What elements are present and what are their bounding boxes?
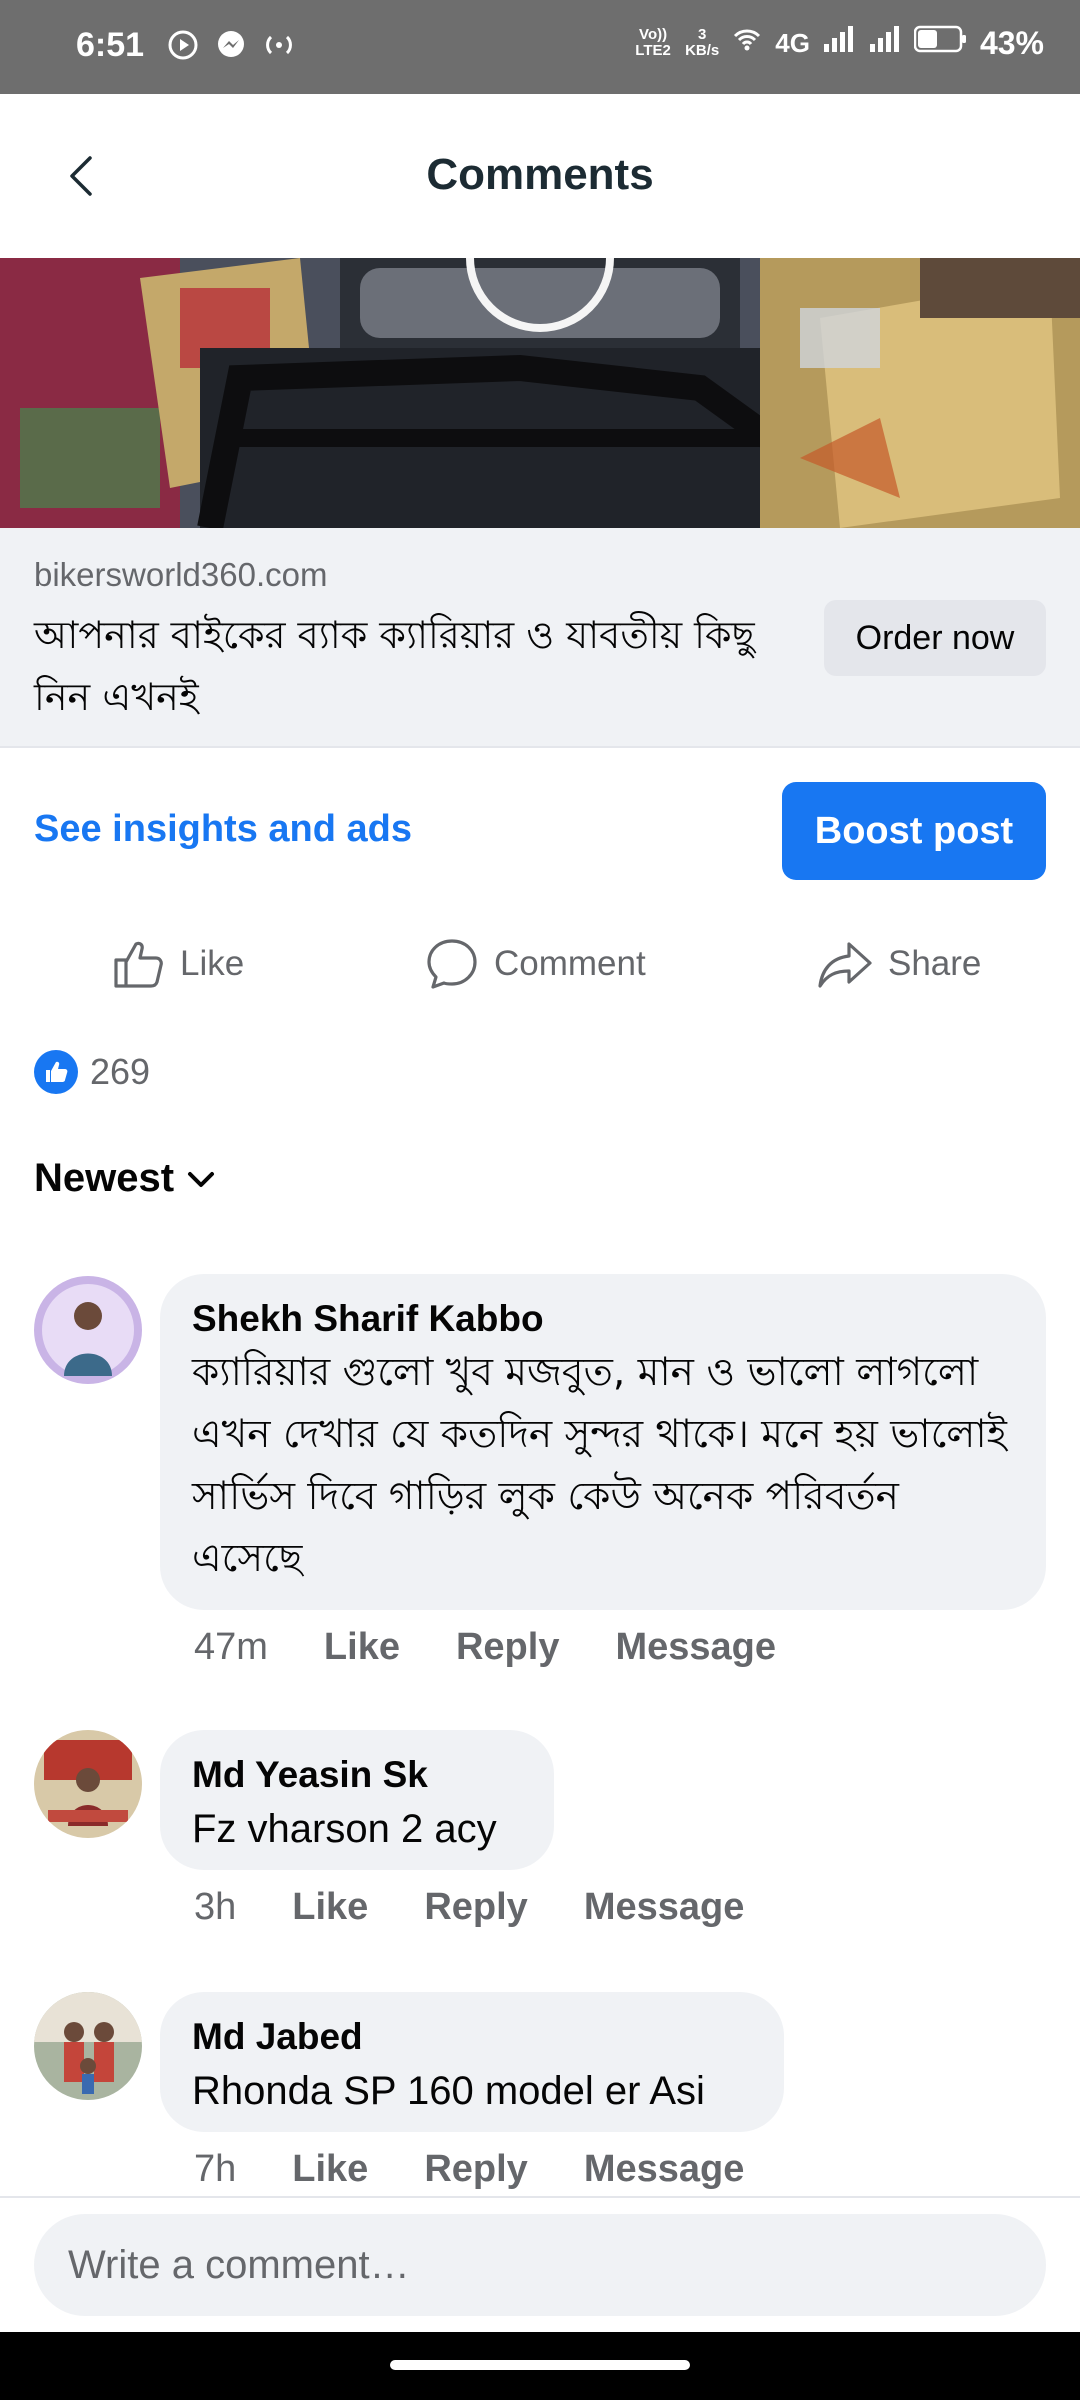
sort-label: Newest: [34, 1156, 175, 1200]
order-now-button[interactable]: Order now: [824, 600, 1046, 676]
link-title: আপনার বাইকের ব্যাক ক্যারিয়ার ও যাবতীয় …: [34, 613, 755, 719]
like-count: 269: [90, 1051, 151, 1092]
comment-actions: 7h Like Reply Message: [194, 2148, 744, 2191]
comment-bubble[interactable]: Md Jabed Rhonda SP 160 model er Asi: [160, 1992, 784, 2132]
comment-text: Fz vharson 2 acy: [192, 1807, 497, 1851]
avatar[interactable]: [34, 1992, 142, 2100]
share-button[interactable]: Share: [816, 936, 981, 992]
hotspot-icon: [262, 28, 296, 62]
comment-button[interactable]: Comment: [424, 936, 646, 992]
play-circle-icon: [166, 28, 200, 62]
cell-signal-icon-2: [868, 24, 902, 62]
data-rate-value: 3: [698, 26, 707, 43]
see-insights-link[interactable]: See insights and ads: [34, 808, 412, 851]
comment-author[interactable]: Md Yeasin Sk: [192, 1752, 522, 1798]
home-indicator[interactable]: [390, 2360, 690, 2370]
comment-like-button[interactable]: Like: [292, 2148, 368, 2191]
comments-header: Comments: [0, 94, 1080, 258]
comment-author[interactable]: Shekh Sharif Kabbo: [192, 1296, 1014, 1342]
messenger-icon: [214, 28, 248, 62]
speech-bubble-icon: [427, 939, 477, 989]
battery-percent: 43%: [979, 24, 1044, 61]
comment-bubble[interactable]: Shekh Sharif Kabbo ক্যারিয়ার গুলো খুব ম…: [160, 1274, 1046, 1610]
comment-reply-button[interactable]: Reply: [424, 2148, 527, 2191]
comment-time: 7h: [194, 2148, 237, 2190]
comment-text: Rhonda SP 160 model er Asi: [192, 2069, 705, 2113]
post-action-bar: Like Comment Share: [0, 920, 1080, 1010]
comment-input[interactable]: [34, 2214, 1046, 2316]
comment-message-button[interactable]: Message: [615, 1626, 776, 1669]
boost-post-button[interactable]: Boost post: [782, 782, 1046, 880]
system-nav-bar: [0, 2332, 1080, 2400]
sort-dropdown[interactable]: Newest: [34, 1156, 218, 1201]
comment-text: ক্যারিয়ার গুলো খুব মজবুত, মান ও ভালো লা…: [192, 1350, 1007, 1581]
comment-label: Comment: [494, 944, 646, 983]
comment-reply-button[interactable]: Reply: [424, 1886, 527, 1929]
status-notification-icons: [166, 28, 296, 62]
like-label: Like: [180, 944, 245, 983]
comment-message-button[interactable]: Message: [584, 1886, 745, 1929]
chevron-down-icon: [188, 1171, 215, 1187]
volte-label: Vo)) LTE2: [635, 26, 671, 59]
comment-actions: 3h Like Reply Message: [194, 1886, 744, 1929]
like-button[interactable]: Like: [110, 936, 244, 992]
reaction-summary[interactable]: 269: [34, 1050, 150, 1094]
share-label: Share: [888, 944, 982, 983]
status-time: 6:51: [76, 26, 145, 64]
data-rate: 3 KB/s: [685, 27, 719, 59]
avatar[interactable]: [34, 1276, 142, 1384]
post-media-image[interactable]: [0, 258, 1080, 528]
comment-like-button[interactable]: Like: [324, 1626, 400, 1669]
comment-message-button[interactable]: Message: [584, 2148, 745, 2191]
comment-bubble[interactable]: Md Yeasin Sk Fz vharson 2 acy: [160, 1730, 554, 1870]
comment-like-button[interactable]: Like: [292, 1886, 368, 1929]
share-arrow-icon: [818, 942, 872, 988]
link-domain: bikersworld360.com: [34, 556, 328, 593]
page-title: Comments: [426, 150, 654, 199]
comment-composer: [0, 2196, 1080, 2332]
like-reaction-icon: [34, 1050, 78, 1094]
comment-time: 47m: [194, 1626, 268, 1668]
comment-author[interactable]: Md Jabed: [192, 2014, 752, 2060]
link-preview[interactable]: bikersworld360.com আপনার বাইকের ব্যাক ক্…: [0, 528, 1080, 748]
comment-actions: 47m Like Reply Message: [194, 1626, 776, 1669]
status-bar: 6:51 Vo)) LTE2 3 KB/s 4G 43%: [0, 0, 1080, 94]
post-photo: [0, 258, 1080, 528]
data-rate-unit: KB/s: [685, 42, 720, 59]
comment-time: 3h: [194, 1886, 237, 1928]
status-system-icons: Vo)) LTE2 3 KB/s 4G 43%: [633, 24, 1044, 62]
network-type: 4G: [775, 27, 810, 58]
thumbs-up-icon: [114, 941, 163, 988]
battery-icon: [913, 24, 968, 62]
avatar[interactable]: [34, 1730, 142, 1838]
comment-reply-button[interactable]: Reply: [456, 1626, 559, 1669]
wifi-signal-icon: [731, 24, 763, 62]
cell-signal-icon-1: [822, 24, 856, 62]
